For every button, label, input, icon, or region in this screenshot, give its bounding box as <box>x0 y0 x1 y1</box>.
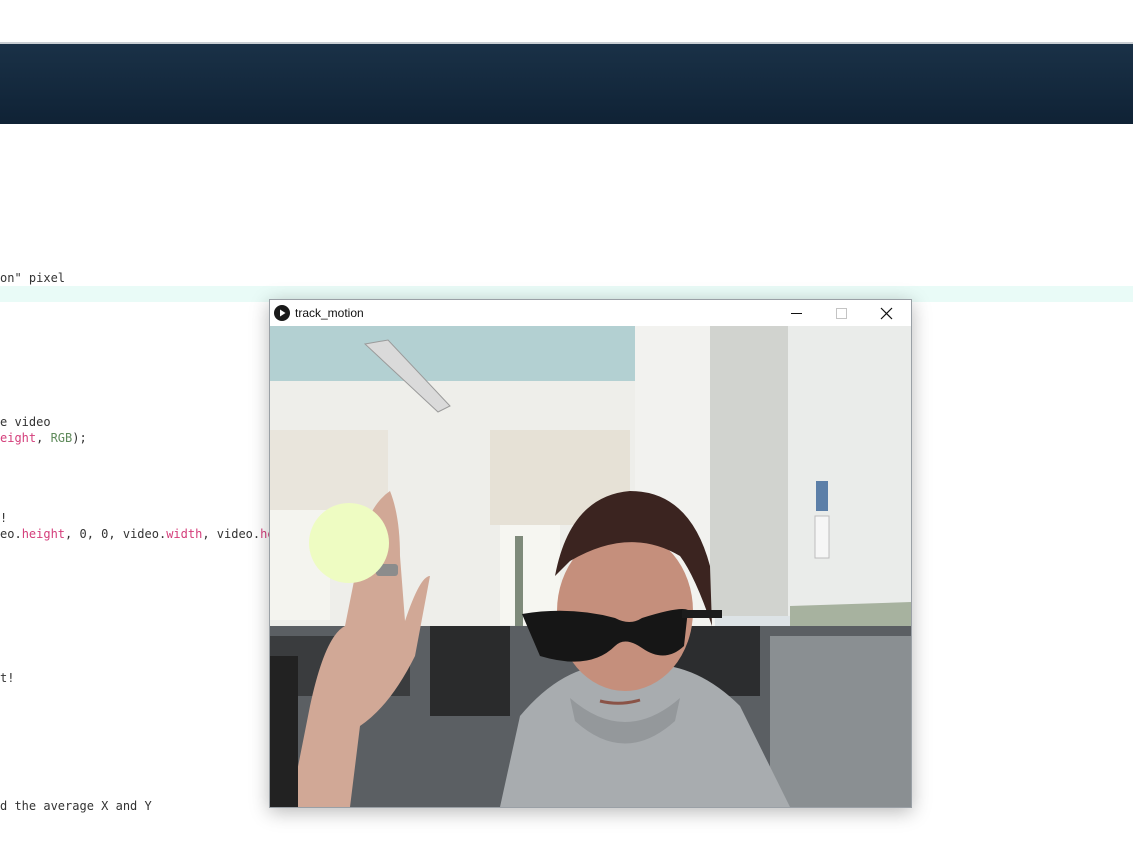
code-line: t! <box>0 671 15 685</box>
code-line: on" pixel <box>0 271 66 285</box>
tracked-motion-circle <box>309 503 389 583</box>
window-titlebar[interactable]: track_motion <box>270 300 911 326</box>
window-title: track_motion <box>295 306 364 320</box>
code-line: e video <box>0 415 51 429</box>
sketch-window[interactable]: track_motion <box>269 299 912 808</box>
code-line: eo.height, 0, 0, video.width, video.hei <box>0 527 282 541</box>
top-strip <box>0 0 1133 42</box>
code-line: ! <box>0 511 8 525</box>
webcam-frame-image <box>270 326 911 807</box>
editor-header-bar <box>0 44 1133 124</box>
processing-play-icon <box>274 305 290 321</box>
maximize-icon[interactable] <box>819 300 864 326</box>
code-line: d the average X and Y <box>0 799 152 813</box>
code-line: eight, RGB); <box>0 431 87 445</box>
close-icon[interactable] <box>864 300 909 326</box>
minimize-icon[interactable] <box>774 300 819 326</box>
sketch-canvas[interactable] <box>270 326 911 807</box>
